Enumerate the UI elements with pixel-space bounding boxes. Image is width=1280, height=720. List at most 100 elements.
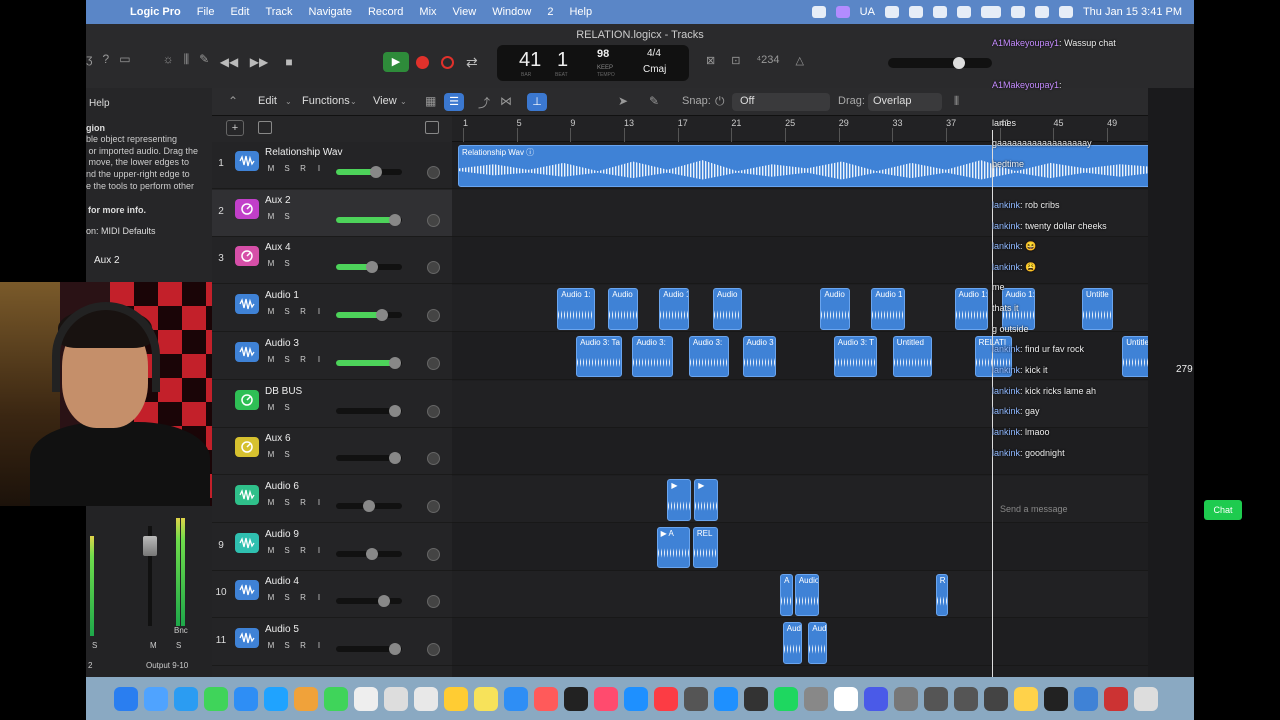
track-volume-knob[interactable] <box>389 356 402 369</box>
dock-app-icon[interactable] <box>834 686 858 711</box>
dock-app-icon[interactable] <box>654 686 678 711</box>
menu-view[interactable]: View <box>445 6 485 18</box>
rewind-button[interactable]: ◀◀ <box>218 52 240 72</box>
control-center-icon[interactable] <box>1058 6 1073 18</box>
track-volume-slider[interactable] <box>336 261 402 274</box>
chat-username[interactable]: lankink <box>992 406 1020 416</box>
dock-app-icon[interactable] <box>534 686 558 711</box>
smart-controls-icon[interactable]: ☼ <box>163 52 174 67</box>
master-volume-knob[interactable] <box>953 57 965 69</box>
track-header[interactable]: Aux 6 MS <box>212 428 452 476</box>
grid-view-icon[interactable]: ▦ <box>425 94 436 108</box>
stop-button[interactable]: ■ <box>278 52 300 72</box>
track-name[interactable]: Audio 3 <box>265 338 299 349</box>
dock-app-icon[interactable] <box>744 686 768 711</box>
waveform-zoom-icon[interactable]: ⫴ <box>954 94 959 109</box>
library-icon[interactable]: ʒ <box>86 52 93 67</box>
mute-button[interactable]: M <box>265 402 277 414</box>
track-volume-slider[interactable] <box>336 595 402 608</box>
input-monitor-button[interactable]: I <box>313 163 325 175</box>
track-pan-knob[interactable] <box>427 166 440 179</box>
chat-username[interactable]: lankink <box>992 241 1020 251</box>
toolbar-icon[interactable]: ▭ <box>119 52 130 67</box>
mixer-icon[interactable]: ⫼ <box>184 52 190 67</box>
dock-app-icon[interactable] <box>774 686 798 711</box>
input-monitor-button[interactable]: I <box>313 592 325 604</box>
audio-region[interactable]: Untitled <box>892 335 932 378</box>
record-enable-button[interactable]: R <box>297 592 309 604</box>
dock-app-icon[interactable] <box>474 686 498 711</box>
solo-button[interactable]: S <box>281 211 293 223</box>
track-name[interactable]: Audio 5 <box>265 624 299 635</box>
audio-region[interactable]: ▶ <box>694 478 719 521</box>
track-header[interactable]: DB BUS M S <box>212 381 452 428</box>
track-header[interactable]: 3 Aux 4 MS <box>212 237 452 285</box>
solo-button[interactable]: S <box>281 163 293 175</box>
track-pan-knob[interactable] <box>427 309 440 323</box>
record-enable-button[interactable]: R <box>297 354 309 366</box>
audio-region[interactable]: Audio <box>820 288 850 330</box>
capture-record-button[interactable] <box>441 56 454 69</box>
chat-username[interactable]: lankink <box>992 262 1020 272</box>
track-name[interactable]: Audio 4 <box>265 576 299 587</box>
pencil-tool-icon[interactable]: ✎ <box>649 94 659 108</box>
add-track-button[interactable]: + <box>226 120 244 136</box>
dock-app-icon[interactable] <box>624 686 648 711</box>
track-pan-knob[interactable] <box>427 547 440 561</box>
menu-edit[interactable]: Edit <box>222 6 257 18</box>
audio-region[interactable]: Audio 1: <box>954 288 989 330</box>
dock-app-icon[interactable] <box>234 686 258 711</box>
audio-region[interactable]: Aud <box>782 622 802 664</box>
track-header[interactable]: Audio 3 MSRI <box>212 333 452 380</box>
dock-app-icon[interactable] <box>924 686 948 711</box>
audio-region[interactable]: ▶ A <box>656 526 691 569</box>
mute-button[interactable]: M <box>265 211 277 223</box>
dock-app-icon[interactable] <box>384 686 408 711</box>
track-name[interactable]: Audio 9 <box>265 529 299 540</box>
dock-app-icon[interactable] <box>414 686 438 711</box>
bounce-button[interactable]: Bnc <box>174 626 188 635</box>
mute-button[interactable]: M <box>265 306 277 318</box>
dock-app-icon[interactable] <box>564 686 588 711</box>
menu-help[interactable]: Help <box>561 6 600 18</box>
track-pan-knob[interactable] <box>427 499 440 513</box>
track-volume-slider[interactable] <box>336 499 402 512</box>
track-volume-slider[interactable] <box>336 356 402 369</box>
lcd-display[interactable]: 41 1 BAR BEAT 98 KEEP TEMPO 4/4 Cmaj <box>497 45 689 81</box>
audio-region[interactable]: REL <box>692 526 719 569</box>
channel-fader-knob[interactable] <box>143 536 157 556</box>
dock-app-icon[interactable] <box>954 686 978 711</box>
audio-icon[interactable] <box>884 6 899 18</box>
track-pan-knob[interactable] <box>427 404 440 418</box>
track-volume-knob[interactable] <box>366 261 379 274</box>
record-enable-button[interactable]: R <box>297 545 309 557</box>
cycle-button[interactable]: ⇄ <box>466 54 478 71</box>
audio-region[interactable]: Aud <box>808 622 828 664</box>
audio-region[interactable]: Audio 3: Ta <box>576 335 622 378</box>
mute-button[interactable]: M <box>150 641 157 650</box>
dock-app-icon[interactable] <box>984 686 1008 711</box>
chat-username[interactable]: lankink <box>992 365 1020 375</box>
record-enable-button[interactable]: R <box>297 306 309 318</box>
dock-app-icon[interactable] <box>714 686 738 711</box>
input-monitor-button[interactable]: I <box>313 497 325 509</box>
dock-app-icon[interactable] <box>864 686 888 711</box>
audio-region[interactable]: Audio <box>794 574 819 616</box>
wifi-icon[interactable] <box>1010 6 1025 18</box>
solo-button-left[interactable]: S <box>92 641 97 650</box>
chat-username[interactable]: lankink <box>992 344 1020 354</box>
record-enable-button[interactable]: R <box>297 640 309 652</box>
track-volume-knob[interactable] <box>366 547 379 560</box>
snap-toggle-icon[interactable]: ⏻ <box>715 94 725 109</box>
track-header[interactable]: 2 Aux 2 MS <box>212 189 452 237</box>
audio-region[interactable]: Audio 3: <box>688 335 730 378</box>
dock-app-icon[interactable] <box>264 686 288 711</box>
dock-app-icon[interactable] <box>804 686 828 711</box>
track-header[interactable]: 1 Relationship Wav M S R I <box>212 142 452 189</box>
lcd-time-signature[interactable]: 4/4 <box>647 48 661 59</box>
track-volume-knob[interactable] <box>376 309 389 322</box>
mute-button[interactable]: M <box>265 258 277 270</box>
track-name[interactable]: Audio 6 <box>265 481 299 492</box>
pointer-tool-icon[interactable]: ➤ <box>618 94 628 108</box>
track-pan-knob[interactable] <box>427 261 440 275</box>
